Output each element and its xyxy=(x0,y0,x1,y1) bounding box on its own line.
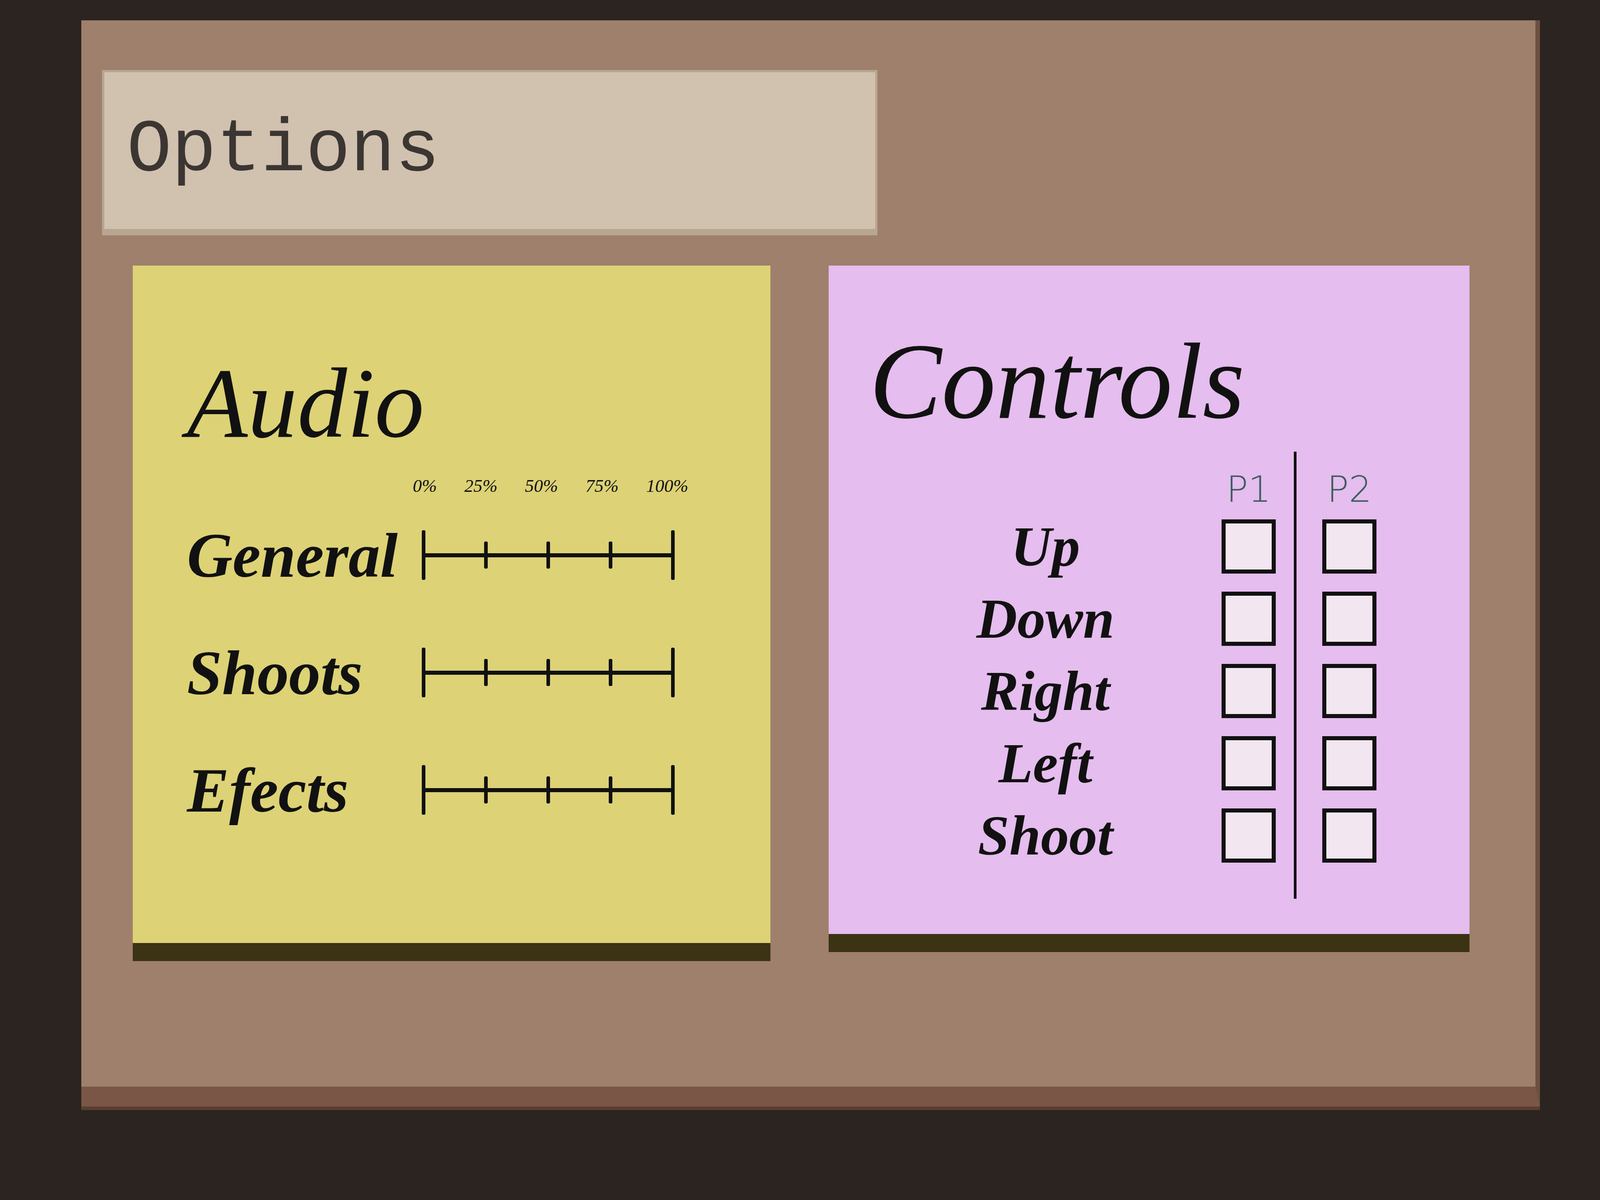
key-binding-box[interactable] xyxy=(1322,519,1377,574)
audio-sliders: 0% 25% 50% 75% 100% GeneralShootsEfects xyxy=(186,460,753,849)
audio-note: Audio 0% 25% 50% 75% 100% GeneralShootsEfects xyxy=(132,265,771,943)
key-binding-box[interactable] xyxy=(1221,663,1276,719)
slider-tick xyxy=(546,658,551,686)
slider-tick xyxy=(421,765,426,815)
slider-label: General xyxy=(186,496,422,614)
slider-tick xyxy=(484,541,488,569)
slider-tick xyxy=(671,530,675,580)
key-binding-box[interactable] xyxy=(1221,736,1276,791)
slider-tick xyxy=(608,658,613,686)
player-header: P2 xyxy=(1293,451,1403,511)
slider-tick xyxy=(484,776,488,804)
slider-tick xyxy=(484,658,488,686)
audio-title: Audio xyxy=(186,351,753,456)
window-title: Options xyxy=(126,108,440,193)
cardboard-panel: Options Audio 0% 25% 50% 75% 100% GeneralShoots… xyxy=(81,20,1540,1107)
slider-tick xyxy=(608,541,613,569)
key-binding-box[interactable] xyxy=(1221,591,1276,646)
key-binding-box[interactable] xyxy=(1322,808,1377,863)
slider-tick xyxy=(546,776,551,804)
slider-tick xyxy=(608,776,613,804)
volume-scale: 0% 25% 50% 75% 100% xyxy=(412,460,689,497)
scale-label: 100% xyxy=(646,475,689,497)
scale-label: 50% xyxy=(524,475,558,497)
control-label: Left xyxy=(887,727,1204,800)
key-binding-box[interactable] xyxy=(1322,663,1377,719)
scale-label: 25% xyxy=(464,475,498,497)
slider-tick xyxy=(421,647,426,698)
scale-label: 75% xyxy=(585,475,619,497)
slider-label: Efects xyxy=(186,731,422,849)
slider-label: Shoots xyxy=(186,613,422,732)
player-header: P1 xyxy=(1203,451,1294,511)
slider-tick xyxy=(546,541,551,569)
key-binding-box[interactable] xyxy=(1221,519,1276,574)
options-screen: Options Audio 0% 25% 50% 75% 100% GeneralShoots… xyxy=(0,0,1600,1200)
scale-label: 0% xyxy=(412,475,437,497)
key-binding-box[interactable] xyxy=(1221,808,1276,863)
control-label: Down xyxy=(887,582,1204,655)
volume-slider[interactable] xyxy=(421,530,675,580)
slider-tick xyxy=(671,647,675,698)
notes-row: Audio0%25%50%75%100%GeneralShootsEfectsC… xyxy=(132,265,1536,943)
control-label: Up xyxy=(887,510,1204,583)
control-label: Right xyxy=(887,654,1204,728)
controls-title: Controls xyxy=(869,324,1452,439)
key-binding-box[interactable] xyxy=(1322,591,1377,646)
key-binding-box[interactable] xyxy=(1322,736,1377,791)
volume-slider[interactable] xyxy=(421,647,675,698)
controls-note: Controls P1P2 UpDownRightLeftShoot xyxy=(828,265,1470,934)
controls-table: P1P2 UpDownRightLeftShoot xyxy=(887,451,1452,899)
title-box: Options xyxy=(102,69,878,236)
slider-tick xyxy=(671,765,675,815)
slider-tick xyxy=(421,530,426,580)
control-label: Shoot xyxy=(887,799,1204,872)
volume-slider[interactable] xyxy=(421,765,675,815)
